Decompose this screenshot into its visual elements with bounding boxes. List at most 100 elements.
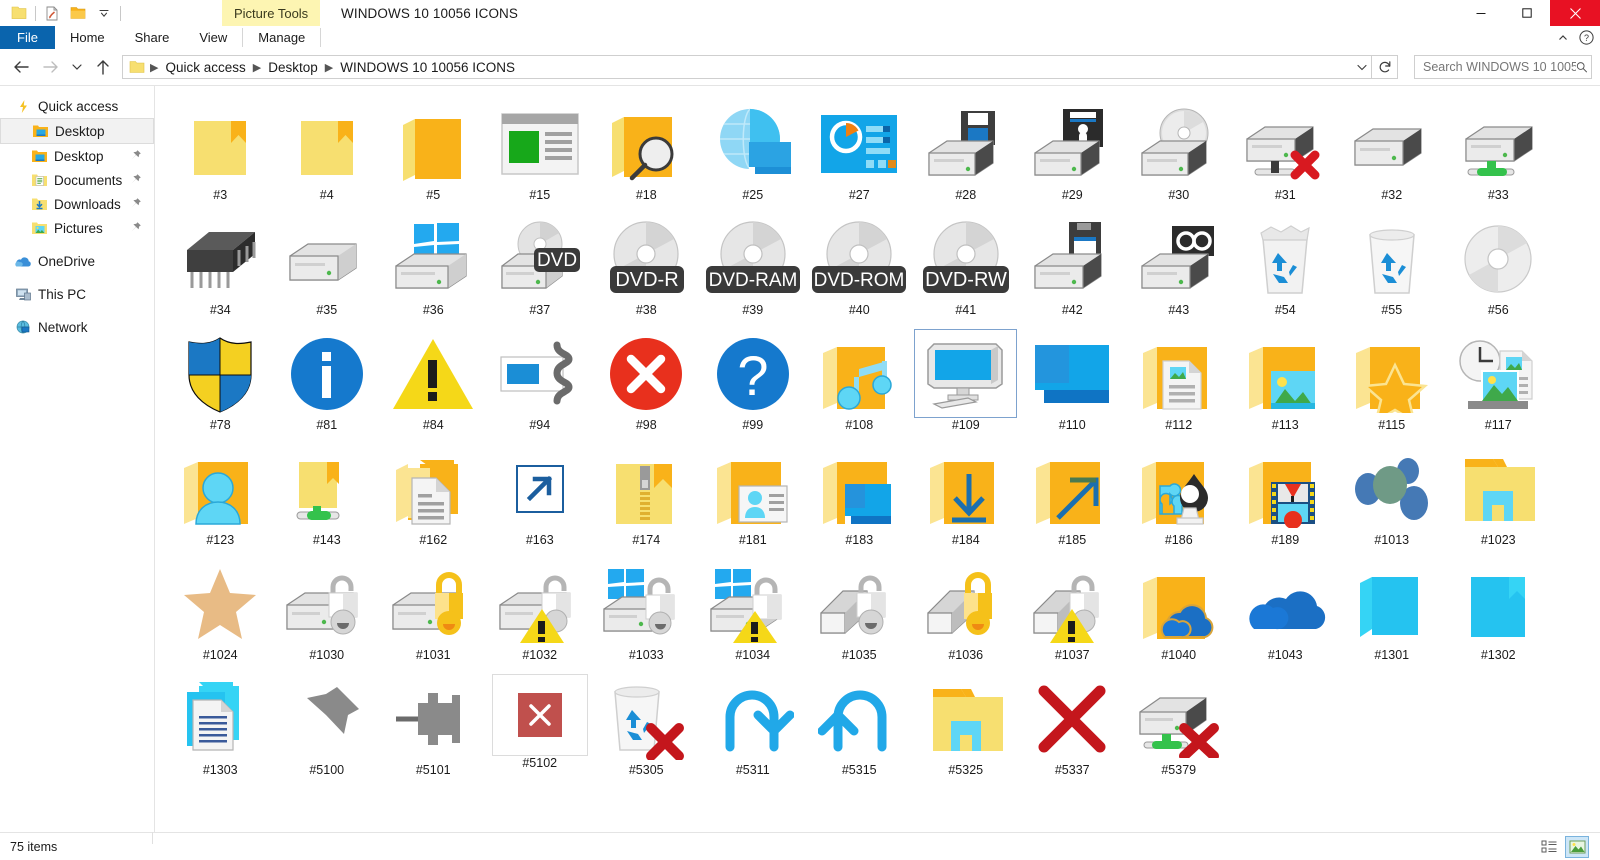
file-item-selected[interactable]: #109 xyxy=(913,326,1020,441)
file-item[interactable]: #33 xyxy=(1445,96,1552,211)
file-item[interactable]: #4 xyxy=(274,96,381,211)
file-item[interactable]: #5 xyxy=(380,96,487,211)
sidebar-item-this-pc[interactable]: This PC xyxy=(0,282,154,306)
file-item[interactable]: #163 xyxy=(487,441,594,556)
recent-locations-button[interactable] xyxy=(66,52,88,82)
sidebar-item-desktop-pinned[interactable]: Desktop xyxy=(0,144,154,168)
file-item[interactable]: #78 xyxy=(167,326,274,441)
file-item[interactable]: #5311 xyxy=(700,671,807,786)
file-item[interactable]: #29 xyxy=(1019,96,1126,211)
new-folder-icon[interactable] xyxy=(65,1,91,25)
file-item[interactable]: #1030 xyxy=(274,556,381,671)
tab-view[interactable]: View xyxy=(184,26,242,49)
breadcrumb-item-desktop[interactable]: Desktop xyxy=(264,60,322,75)
forward-button[interactable] xyxy=(36,52,66,82)
picture-tools-contextual-tab[interactable]: Picture Tools xyxy=(222,0,321,26)
file-item[interactable]: #56 xyxy=(1445,211,1552,326)
file-item[interactable]: #36 xyxy=(380,211,487,326)
file-item[interactable]: #1037 xyxy=(1019,556,1126,671)
file-item[interactable]: #117 xyxy=(1445,326,1552,441)
file-item[interactable]: #5305 xyxy=(593,671,700,786)
file-item[interactable]: #32 xyxy=(1339,96,1446,211)
file-item[interactable]: #1033 xyxy=(593,556,700,671)
refresh-icon[interactable] xyxy=(1372,55,1398,79)
file-item[interactable]: #183 xyxy=(806,441,913,556)
pin-icon[interactable] xyxy=(129,173,142,186)
file-item[interactable]: #174 xyxy=(593,441,700,556)
search-icon[interactable] xyxy=(1576,60,1587,74)
file-item[interactable]: #143 xyxy=(274,441,381,556)
file-item[interactable]: #123 xyxy=(167,441,274,556)
breadcrumb-item-quick-access[interactable]: Quick access xyxy=(161,60,249,75)
file-item[interactable]: #113 xyxy=(1232,326,1339,441)
file-item[interactable]: DVD #37 xyxy=(487,211,594,326)
file-item[interactable]: #25 xyxy=(700,96,807,211)
file-item[interactable]: #42 xyxy=(1019,211,1126,326)
breadcrumb-item-current[interactable]: WINDOWS 10 10056 ICONS xyxy=(336,60,519,75)
file-item[interactable]: #110 xyxy=(1019,326,1126,441)
file-item[interactable]: #34 xyxy=(167,211,274,326)
file-item[interactable]: DVD-ROM #40 xyxy=(806,211,913,326)
file-item[interactable]: #162 xyxy=(380,441,487,556)
help-icon[interactable]: ? xyxy=(1579,30,1594,45)
file-item[interactable]: #1035 xyxy=(806,556,913,671)
sidebar-item-onedrive[interactable]: OneDrive xyxy=(0,249,154,273)
folder-icon[interactable] xyxy=(6,1,32,25)
file-item[interactable]: #1024 xyxy=(167,556,274,671)
file-item[interactable]: DVD-R #38 xyxy=(593,211,700,326)
file-item[interactable]: #184 xyxy=(913,441,1020,556)
file-item[interactable]: #1036 xyxy=(913,556,1020,671)
pin-icon[interactable] xyxy=(129,221,142,234)
chevron-up-icon[interactable] xyxy=(1557,32,1569,44)
file-item[interactable]: #31 xyxy=(1232,96,1339,211)
file-item[interactable]: #1040 xyxy=(1126,556,1233,671)
file-item[interactable]: #112 xyxy=(1126,326,1233,441)
close-button[interactable] xyxy=(1550,0,1600,26)
file-item[interactable]: #18 xyxy=(593,96,700,211)
file-item[interactable]: #1043 xyxy=(1232,556,1339,671)
file-item[interactable]: #15 xyxy=(487,96,594,211)
file-item[interactable]: #5315 xyxy=(806,671,913,786)
file-item[interactable]: ? #99 xyxy=(700,326,807,441)
file-item[interactable]: #5100 xyxy=(274,671,381,786)
sidebar-item-pictures[interactable]: Pictures xyxy=(0,216,154,240)
tab-manage[interactable]: Manage xyxy=(243,26,320,49)
file-item[interactable]: #185 xyxy=(1019,441,1126,556)
file-item[interactable]: #5102 xyxy=(487,671,594,786)
breadcrumb[interactable]: ▶ Quick access ▶ Desktop ▶ WINDOWS 10 10… xyxy=(122,55,1372,79)
file-item[interactable]: #5379 xyxy=(1126,671,1233,786)
file-item[interactable]: #108 xyxy=(806,326,913,441)
file-item[interactable]: #189 xyxy=(1232,441,1339,556)
file-item[interactable]: #84 xyxy=(380,326,487,441)
properties-icon[interactable] xyxy=(39,1,65,25)
sidebar-item-network[interactable]: Network xyxy=(0,315,154,339)
file-item[interactable]: #81 xyxy=(274,326,381,441)
file-item[interactable]: #186 xyxy=(1126,441,1233,556)
large-icons-view-icon[interactable] xyxy=(1565,835,1589,858)
file-item[interactable]: DVD-RAM #39 xyxy=(700,211,807,326)
file-item[interactable]: #181 xyxy=(700,441,807,556)
tab-share[interactable]: Share xyxy=(120,26,185,49)
file-item[interactable]: #55 xyxy=(1339,211,1446,326)
file-item[interactable]: #5325 xyxy=(913,671,1020,786)
back-button[interactable] xyxy=(6,52,36,82)
file-item[interactable]: #1023 xyxy=(1445,441,1552,556)
sidebar-item-downloads[interactable]: Downloads xyxy=(0,192,154,216)
sidebar-item-documents[interactable]: Documents xyxy=(0,168,154,192)
file-item[interactable]: #30 xyxy=(1126,96,1233,211)
file-item[interactable]: #1013 xyxy=(1339,441,1446,556)
file-item[interactable]: #115 xyxy=(1339,326,1446,441)
file-item[interactable]: #5337 xyxy=(1019,671,1126,786)
file-item[interactable]: #1032 xyxy=(487,556,594,671)
sidebar-item-quick-access[interactable]: Quick access xyxy=(0,94,154,118)
file-item[interactable]: #54 xyxy=(1232,211,1339,326)
file-item[interactable]: #27 xyxy=(806,96,913,211)
up-button[interactable] xyxy=(88,52,118,82)
file-item[interactable]: DVD-RW #41 xyxy=(913,211,1020,326)
pin-icon[interactable] xyxy=(129,149,142,162)
file-item[interactable]: #35 xyxy=(274,211,381,326)
customize-dropdown-icon[interactable] xyxy=(91,1,117,25)
file-item[interactable]: #43 xyxy=(1126,211,1233,326)
file-item[interactable]: #3 xyxy=(167,96,274,211)
sidebar-item-desktop-selected[interactable]: Desktop xyxy=(0,118,154,144)
